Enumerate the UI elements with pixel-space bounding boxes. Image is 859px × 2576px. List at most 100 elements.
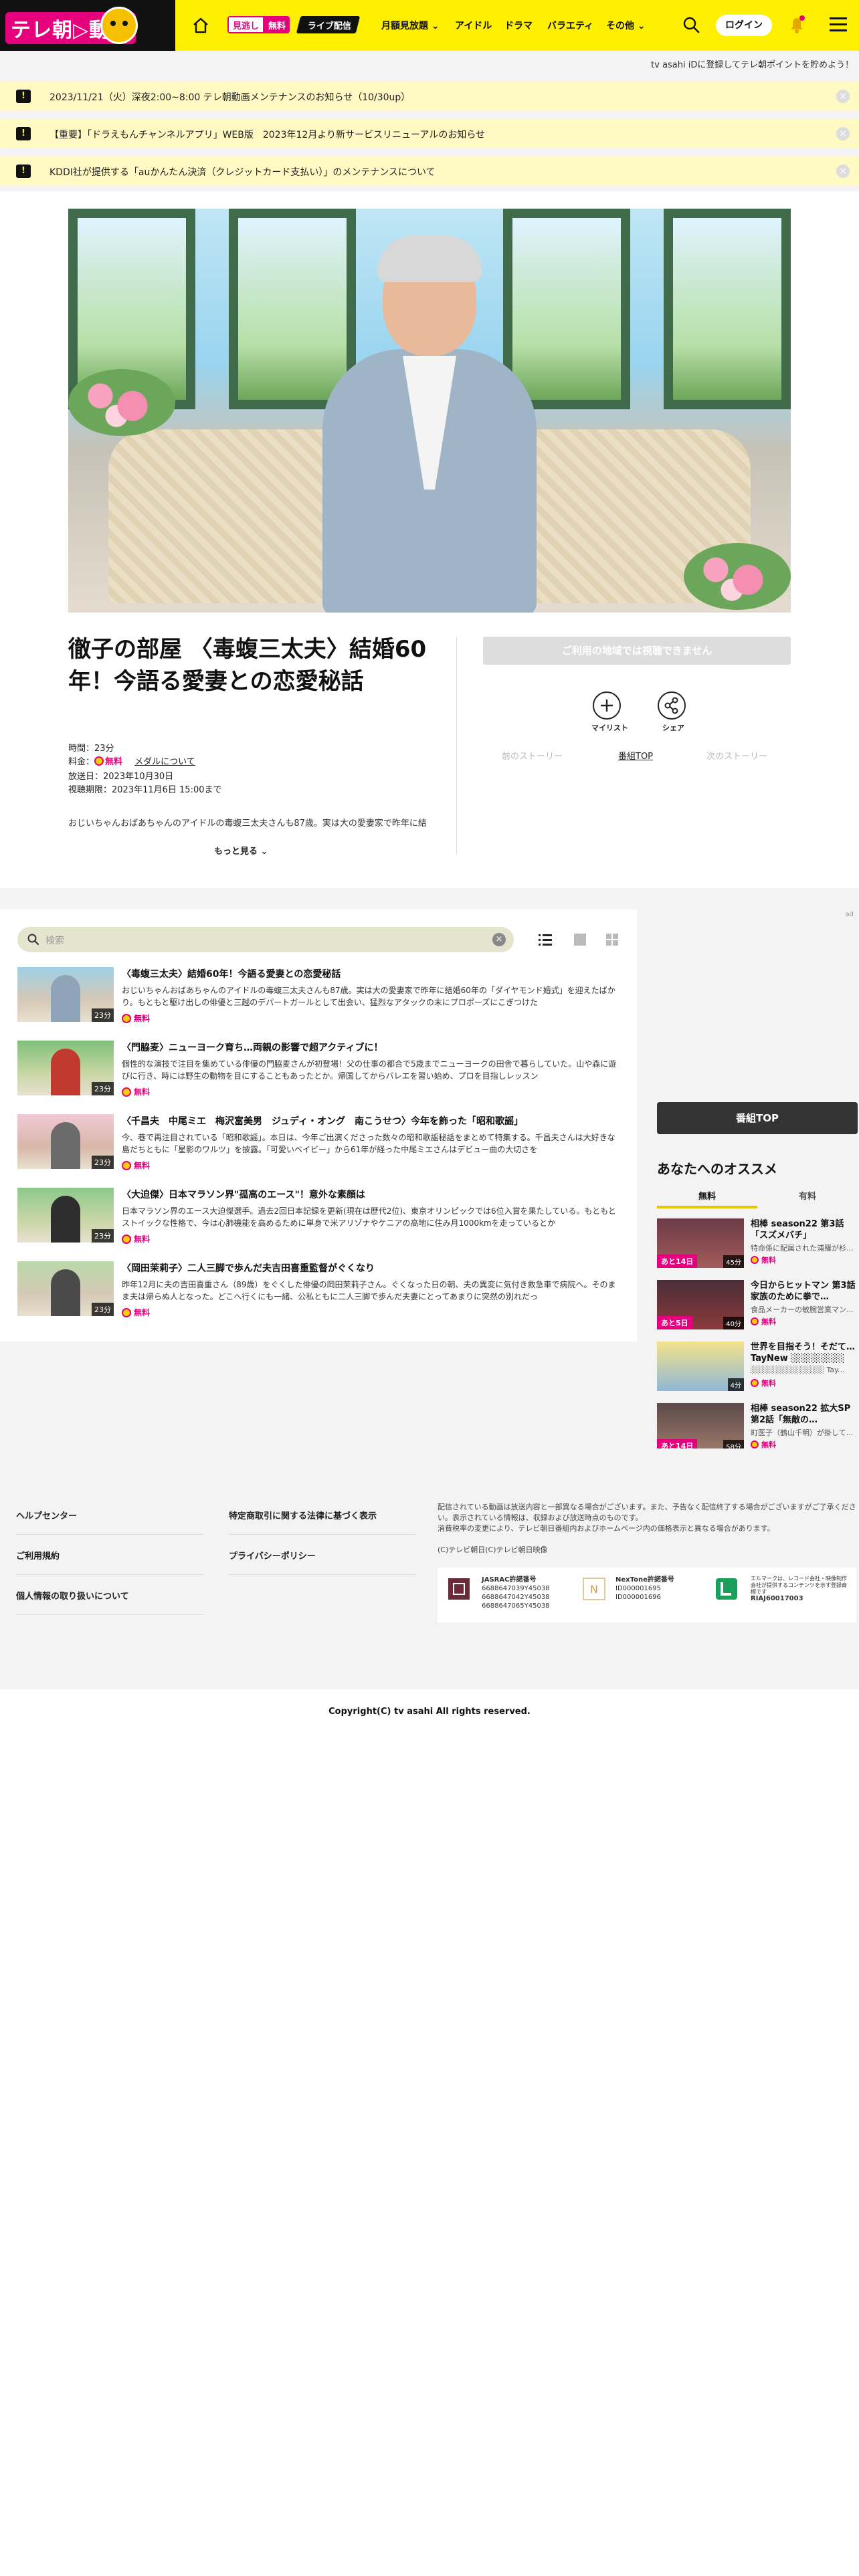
- recommendation-desc: ░░░░░░░░░░░░░ Tay...: [751, 1366, 845, 1374]
- notice-text: 【重要】「ドラえもんチャンネルアプリ」WEB版 2023年12月より新サービスリ…: [50, 130, 486, 140]
- plus-icon: [601, 700, 613, 712]
- coin-icon: [751, 1440, 759, 1448]
- nextone-logo-icon: N: [583, 1578, 605, 1600]
- nav-other[interactable]: その他 ⌄: [606, 19, 646, 32]
- hamburger-menu-icon[interactable]: [828, 16, 848, 33]
- notice-icon: !: [16, 127, 31, 140]
- catch-up-free-badge[interactable]: 見逃し 無料: [227, 16, 290, 33]
- list-item[interactable]: 23分 〈大迫傑〉日本マラソン界"孤高のエース"！意外な素顔は 日本マラソン界の…: [17, 1188, 619, 1252]
- search-icon[interactable]: [681, 15, 701, 35]
- recommendation-item[interactable]: あと5日 40分 今日からヒットマン 第3話 家族のために拳で… 食品メーカーの敏…: [657, 1280, 858, 1333]
- share-icon: [664, 697, 678, 714]
- logo-arrow-decoration: [140, 0, 175, 51]
- notice-kddi[interactable]: ! KDDI社が提供する「auかんたん決済（クレジットカード支払い）」のメンテナ…: [0, 156, 859, 186]
- list-view-icon[interactable]: [538, 932, 553, 947]
- notice-doraemon[interactable]: ! 【重要】「ドラえもんチャンネルアプリ」WEB版 2023年12月より新サービ…: [0, 119, 859, 148]
- footer-privacy-policy[interactable]: プライバシーポリシー: [229, 1549, 316, 1562]
- coin-icon: [751, 1379, 759, 1387]
- close-icon[interactable]: ×: [836, 165, 850, 178]
- footer-privacy-handling[interactable]: 個人情報の取り扱いについて: [16, 1589, 129, 1602]
- footer-help-center[interactable]: ヘルプセンター: [16, 1509, 77, 1521]
- nav-variety[interactable]: バラエティ: [547, 19, 593, 32]
- recommendation-desc: 食品メーカーの敏腕営業マン...: [751, 1305, 854, 1314]
- home-icon[interactable]: [191, 16, 210, 35]
- grid-view-icon[interactable]: [605, 932, 619, 947]
- list-item-title: 〈大迫傑〉日本マラソン界"孤高のエース"！意外な素顔は: [122, 1190, 365, 1200]
- live-stream-label: ライブ配信: [307, 21, 351, 31]
- search-input[interactable]: 検索: [45, 934, 64, 947]
- unavailable-region-button: ご利用の地域では視聴できません: [483, 637, 791, 665]
- nav-monthly[interactable]: 月額見放題 ⌄: [381, 19, 440, 32]
- free-badge: 無料: [751, 1255, 776, 1265]
- episode-thumb: 23分: [17, 1188, 114, 1243]
- nav-drama[interactable]: ドラマ: [504, 19, 533, 32]
- login-button[interactable]: ログイン: [716, 15, 772, 36]
- copyright-area: [0, 1689, 859, 2576]
- episode-aired-date: 放送日：2023年10月30日: [68, 772, 174, 782]
- coin-icon: [751, 1317, 759, 1325]
- list-item-title: 〈門脇麦〉ニューヨーク育ち…両親の影響で超アクティブに！: [122, 1043, 383, 1053]
- tab-free[interactable]: 無料: [657, 1189, 757, 1208]
- recommendation-thumb: 4分: [657, 1341, 744, 1391]
- tv-asahi-id-tagline[interactable]: tv asahi iDに登録してテレ朝ポイントを貯めよう！: [651, 58, 854, 70]
- prev-story-link: 前のストーリー: [502, 752, 563, 762]
- mylist-button[interactable]: [593, 691, 621, 720]
- list-item[interactable]: 23分 〈門脇麦〉ニューヨーク育ち…両親の影響で超アクティブに！ 個性的な演技で…: [17, 1041, 619, 1105]
- free-badge: 無料: [122, 1307, 150, 1318]
- episode-thumb: 23分: [17, 1041, 114, 1095]
- list-item[interactable]: 23分 〈毒蝮三太夫〉結婚60年！今語る愛妻との恋愛秘話 おじいちゃんおばあちゃ…: [17, 967, 619, 1031]
- recommendation-thumb: あと14日 45分: [657, 1218, 744, 1268]
- recommendation-title: 今日からヒットマン 第3話 家族のために拳で…: [751, 1281, 856, 1302]
- list-item[interactable]: 23分 〈岡田茉莉子〉二人三脚で歩んだ夫吉田喜重監督がぐくなり 昨年12月に夫の…: [17, 1261, 619, 1325]
- close-icon[interactable]: ×: [836, 127, 850, 140]
- close-icon[interactable]: ×: [836, 90, 850, 103]
- recommendation-item[interactable]: 4分 世界を目指そう！そだて… TayNew ░░░░░░░░ ░░░░░░░░…: [657, 1341, 858, 1395]
- tab-paid[interactable]: 有料: [757, 1189, 858, 1202]
- list-item[interactable]: 23分 〈千昌夫 中尾ミエ 梅沢富美男 ジュディ・オング 南こうせつ〉今年を飾っ…: [17, 1114, 619, 1178]
- recommendation-item[interactable]: あと14日 45分 相棒 season22 第3話「スズメバチ」 特命係に配属され…: [657, 1218, 858, 1272]
- program-top-button[interactable]: 番組TOP: [657, 1102, 858, 1134]
- recommendation-thumb: あと14日 58分: [657, 1403, 744, 1453]
- list-item-title: 〈毒蝮三太夫〉結婚60年！今語る愛妻との恋愛秘話: [122, 969, 341, 980]
- free-badge: 無料: [751, 1378, 776, 1388]
- footer-terms[interactable]: ご利用規約: [16, 1549, 60, 1562]
- list-item-body: おじいちゃんおばあちゃんのアイドルの毒蝮三太夫さんも87歳。実は大の愛妻家で昨年…: [122, 986, 615, 1007]
- program-top-link[interactable]: 番組TOP: [618, 749, 653, 762]
- recommendation-title: 相棒 season22 第3話「スズメバチ」: [751, 1219, 844, 1241]
- notice-icon: !: [16, 90, 31, 103]
- coin-icon: [122, 1308, 131, 1317]
- large-tile-view-icon[interactable]: [573, 932, 587, 947]
- medal-info-link[interactable]: メダルについて: [134, 757, 195, 767]
- episode-title: 徹子の部屋 〈毒蝮三太夫〉結婚60年！今語る愛妻との恋愛秘話: [68, 636, 427, 695]
- coin-icon: [122, 1235, 131, 1244]
- share-label: シェア: [662, 724, 684, 732]
- show-more-button[interactable]: もっと見る ⌄: [214, 844, 268, 857]
- mascot-icon: [100, 7, 138, 44]
- vertical-divider: [456, 637, 457, 854]
- notice-icon: !: [16, 165, 31, 178]
- episode-description: おじいちゃんおばあちゃんのアイドルの毒蝮三太夫さんも87歳。実は大の愛妻家で昨年…: [68, 819, 427, 829]
- mylist-label: マイリスト: [591, 724, 628, 732]
- jasrac-logo-icon: [448, 1578, 470, 1600]
- recommendations-heading: あなたへのオススメ: [657, 1161, 777, 1177]
- notice-maintenance[interactable]: ! 2023/11/21（火）深夜2:00~8:00 テレ朝動画メンテナンスのお…: [0, 82, 859, 111]
- episode-thumbnail[interactable]: [68, 209, 791, 613]
- clear-search-icon[interactable]: ×: [492, 933, 506, 946]
- footer-commercial-law[interactable]: 特定商取引に関する法律に基づく表示: [229, 1509, 377, 1521]
- list-item-title: 〈千昌夫 中尾ミエ 梅沢富美男 ジュディ・オング 南こうせつ〉今年を飾った「昭和…: [122, 1116, 524, 1127]
- share-button[interactable]: [658, 691, 686, 720]
- episode-thumb: 23分: [17, 1261, 114, 1316]
- episode-duration: 時間：23分: [68, 744, 114, 754]
- footer-tax-notice: 消費税率の変更により、テレビ朝日番組内およびホームページ内の価格表示と異なる場合…: [438, 1524, 775, 1533]
- svg-text:N: N: [590, 1583, 598, 1596]
- episode-search-bar[interactable]: 検索 ×: [17, 927, 514, 952]
- live-stream-badge[interactable]: ライブ配信: [296, 16, 361, 33]
- recommendation-desc: 特命係に配属された浦羅が杉...: [751, 1244, 854, 1253]
- nav-idol[interactable]: アイドル: [455, 19, 492, 32]
- search-icon: [27, 934, 39, 946]
- bell-icon[interactable]: [787, 13, 807, 35]
- l-mark-logo-icon: [716, 1578, 737, 1600]
- recommendation-thumb: あと5日 40分: [657, 1280, 744, 1329]
- free-badge: 無料: [122, 1160, 150, 1171]
- free-badge: 無料: [122, 1086, 150, 1097]
